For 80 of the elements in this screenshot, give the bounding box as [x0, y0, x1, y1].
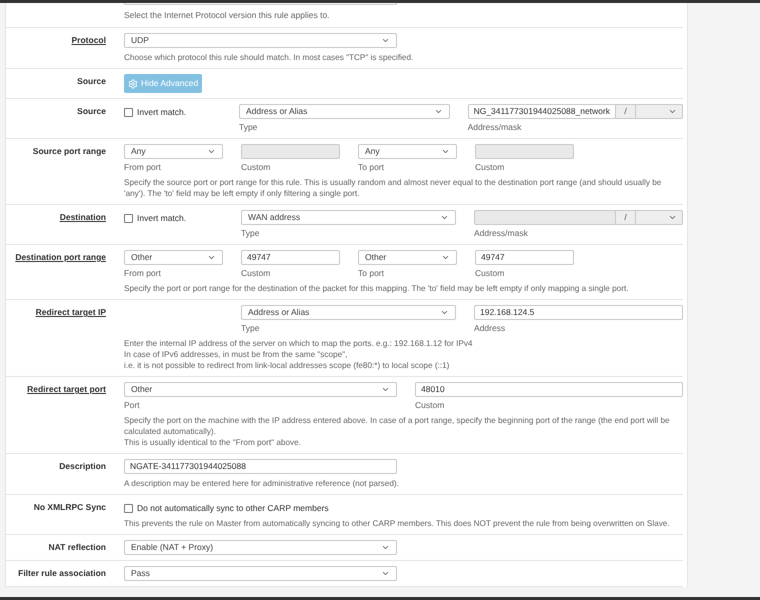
field-caption: Custom [475, 268, 506, 279]
field-caption: To port [358, 162, 385, 173]
field-caption: Address/mask [468, 122, 522, 133]
field-caption: Address/mask [474, 228, 529, 239]
help-text: Specify the source port or port range for this rule. This is usually random and almost never equal to the destination port range (and should usually be 'any'). The 'to' field may be left empty if only filtering a single port. [124, 177, 662, 199]
mask-select[interactable] [635, 210, 683, 225]
checkbox-label: Do not automatically sync to other CARP members [137, 503, 329, 514]
select-field[interactable]: Enable (NAT + Proxy) [124, 540, 397, 555]
chevron-down-icon [441, 147, 450, 156]
chevron-down-icon [668, 107, 677, 116]
help-text: Specify the port on the machine with the IP address entered above. In case of a port range, specify the beginning port of the range (the end port will be calculated automatically). [124, 415, 671, 437]
chevron-down-icon [381, 36, 390, 45]
help-text: This prevents the rule on Master from automatically syncing to other CARP members. This does NOT prevent the rule from being overwritten on Slave. [124, 518, 671, 529]
help-text: Select the Internet Protocol version this rule applies to. [124, 10, 331, 21]
input-field[interactable]: 192.168.124.5 [474, 305, 683, 320]
chevron-down-icon [381, 569, 390, 578]
field-caption: Type [238, 122, 258, 133]
chevron-down-icon [381, 385, 390, 394]
select-field[interactable]: Other [124, 250, 223, 265]
checkbox[interactable] [124, 214, 133, 223]
field-label: No XMLRPC Sync [34, 502, 106, 512]
field-caption: Custom [415, 400, 446, 411]
field-label-link[interactable]: Protocol [72, 35, 106, 45]
field-caption: Custom [241, 162, 272, 173]
gear-icon [128, 78, 138, 88]
chevron-down-icon [668, 213, 677, 222]
select-field[interactable]: WAN address [241, 210, 456, 225]
help-text: Specify the port or port range for the destination of the packet for this mapping. The 'to' field may be left empty if only mapping a single port. [124, 283, 630, 294]
help-text: In case of IPv6 addresses, in must be from the same "scope", [124, 349, 348, 360]
field-label: Source [77, 106, 106, 116]
select-field[interactable]: Address or Alias [238, 104, 450, 119]
field-label-link[interactable]: Destination port range [15, 252, 106, 262]
chevron-down-icon [434, 107, 443, 116]
field-caption: Type [241, 323, 260, 334]
field-label-link[interactable]: Redirect target IP [36, 307, 106, 317]
chevron-down-icon [440, 308, 449, 317]
help-text: Enter the internal IP address of the server on which to map the ports. e.g.: 192.168.1.12 for IPv4 [124, 338, 474, 349]
input-field[interactable]: 48010 [415, 382, 683, 397]
select-field[interactable]: Any [358, 144, 457, 159]
help-text: i.e. it is not possible to redirect from link-local addresses scope (fe80:*) to local scope (::1) [124, 360, 450, 371]
slash-separator: / [623, 212, 628, 223]
field-caption: Custom [241, 268, 272, 279]
checkbox[interactable] [124, 504, 133, 513]
field-label: Filter rule association [18, 568, 106, 578]
help-text: Choose which protocol this rule should match. In most cases "TCP" is specified. [124, 52, 414, 63]
chevron-down-icon [440, 213, 449, 222]
input-field[interactable]: NG_341177301944025088_network [468, 104, 616, 119]
select-field[interactable]: Other [124, 382, 397, 397]
field-caption: To port [358, 268, 385, 279]
select-field[interactable]: Pass [124, 566, 397, 581]
field-caption: Custom [475, 162, 506, 173]
checkbox[interactable] [124, 108, 133, 117]
select-field[interactable]: Other [358, 250, 457, 265]
input-field[interactable]: 49747 [475, 250, 574, 265]
field-label: Description [59, 461, 106, 471]
field-caption: From port [124, 162, 162, 173]
field-caption: Address [474, 323, 506, 334]
field-label: Source [77, 76, 106, 86]
help-text: This is usually identical to the "From port" above. [124, 437, 302, 448]
chevron-down-icon [381, 543, 390, 552]
field-caption: From port [124, 268, 162, 279]
select-field[interactable]: Address or Alias [241, 305, 456, 320]
help-text: A description may be entered here for administrative reference (not parsed). [124, 478, 400, 489]
checkbox-label: Invert match. [137, 107, 186, 118]
chevron-down-icon [441, 253, 450, 262]
field-caption: Port [124, 400, 141, 411]
input-field[interactable]: 49747 [241, 250, 340, 265]
field-caption: Type [241, 228, 260, 239]
slash-separator: / [623, 106, 628, 117]
mask-select[interactable] [635, 104, 683, 119]
field-label: NAT reflection [48, 542, 106, 552]
input-field[interactable]: NGATE-341177301944025088 [124, 459, 397, 474]
select-field[interactable]: UDP [124, 33, 397, 48]
checkbox-label: Invert match. [137, 213, 186, 224]
select-field[interactable]: Any [124, 144, 223, 159]
chevron-down-icon [207, 147, 216, 156]
field-label-link[interactable]: Redirect target port [27, 384, 106, 394]
field-label-link[interactable]: Destination [60, 212, 106, 222]
chevron-down-icon [207, 253, 216, 262]
field-label: Source port range [32, 146, 106, 156]
